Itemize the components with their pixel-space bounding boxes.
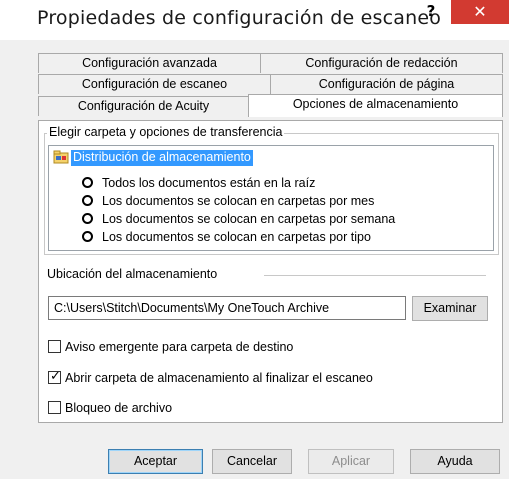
window-title: Propiedades de configuración de escaneo	[37, 7, 442, 29]
folder-tree-icon	[53, 150, 69, 164]
cancel-button[interactable]: Cancelar	[212, 449, 292, 474]
radio-circle[interactable]	[82, 195, 93, 206]
checkbox-label: Aviso emergente para carpeta de destino	[65, 340, 294, 354]
close-icon[interactable]: ✕	[451, 0, 509, 24]
checkbox[interactable]	[48, 401, 61, 414]
apply-button[interactable]: Aplicar	[308, 449, 394, 474]
radio-option-label: Todos los documentos están en la raíz	[102, 176, 316, 190]
tab-configuracion-escaneo[interactable]: Configuración de escaneo	[38, 74, 271, 94]
checkmark-icon: ✓	[50, 369, 61, 384]
checkbox[interactable]: ✓	[48, 369, 61, 384]
radio-option-label: Los documentos se colocan en carpetas po…	[102, 230, 371, 244]
help-button[interactable]: Ayuda	[410, 449, 500, 474]
ok-button[interactable]: Aceptar	[108, 449, 203, 474]
browse-button[interactable]: Examinar	[412, 296, 488, 321]
folder-options-group-label: Elegir carpeta y opciones de transferenc…	[47, 125, 285, 139]
tab-configuracion-avanzada[interactable]: Configuración avanzada	[38, 53, 261, 73]
tab-opciones-almacenamiento[interactable]: Opciones de almacenamiento	[248, 94, 503, 117]
storage-path-field[interactable]: C:\Users\Stitch\Documents\My OneTouch Ar…	[48, 296, 406, 320]
tab-configuracion-pagina[interactable]: Configuración de página	[270, 74, 503, 94]
radio-option-label: Los documentos se colocan en carpetas po…	[102, 212, 396, 226]
checkbox-label: Abrir carpeta de almacenamiento al final…	[65, 371, 373, 385]
radio-circle[interactable]	[82, 231, 93, 242]
radio-option-label: Los documentos se colocan en carpetas po…	[102, 194, 375, 208]
checkbox[interactable]	[48, 340, 61, 353]
section-divider	[264, 275, 486, 276]
storage-location-label: Ubicación del almacenamiento	[47, 267, 218, 281]
tab-configuracion-acuity[interactable]: Configuración de Acuity	[38, 96, 249, 116]
radio-circle[interactable]	[82, 213, 93, 224]
tab-configuracion-redaccion[interactable]: Configuración de redacción	[260, 53, 503, 73]
help-icon[interactable]: ?	[421, 1, 441, 21]
radio-circle[interactable]	[82, 177, 93, 188]
title-bar: Propiedades de configuración de escaneo …	[0, 0, 509, 40]
tree-root-label: Distribución de almacenamiento	[71, 150, 253, 166]
checkbox-label: Bloqueo de archivo	[65, 401, 173, 415]
